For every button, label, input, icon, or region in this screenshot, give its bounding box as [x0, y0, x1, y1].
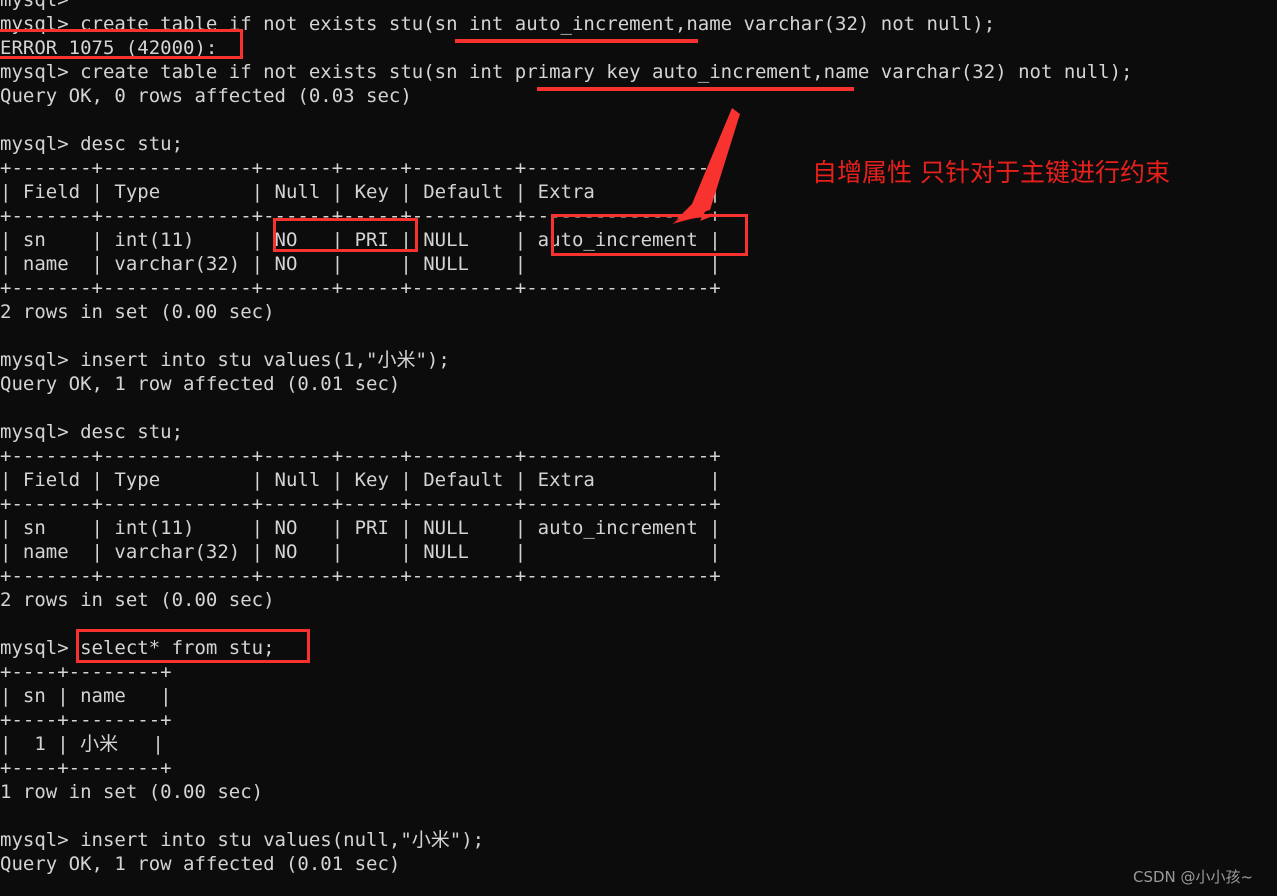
- terminal-line: +-------+-------------+------+-----+----…: [0, 277, 721, 299]
- terminal-line: mysql>: [0, 0, 69, 11]
- terminal-line: +-------+-------------+------+-----+----…: [0, 445, 721, 467]
- terminal-line: Query OK, 0 rows affected (0.03 sec): [0, 85, 412, 107]
- terminal-line: +----+--------+: [0, 709, 172, 731]
- terminal-line: +----+--------+: [0, 661, 172, 683]
- terminal-line: | sn | int(11) | NO | PRI | NULL | auto_…: [0, 229, 721, 251]
- terminal-line: mysql> desc stu;: [0, 421, 184, 443]
- terminal-line: ERROR 1075 (42000):: [0, 37, 218, 59]
- terminal-line: | name | varchar(32) | NO | | NULL | |: [0, 253, 721, 275]
- terminal-line: +----+--------+: [0, 757, 172, 779]
- terminal-line: 2 rows in set (0.00 sec): [0, 589, 275, 611]
- terminal-line: mysql> select* from stu;: [0, 637, 275, 659]
- terminal-screenshot: mysql> mysql> create table if not exists …: [0, 0, 1277, 896]
- terminal-line: | name | varchar(32) | NO | | NULL | |: [0, 541, 721, 563]
- terminal-line: mysql> insert into stu values(1,"小米");: [0, 349, 450, 371]
- terminal-line: +-------+-------------+------+-----+----…: [0, 205, 721, 227]
- terminal-line: | sn | name |: [0, 685, 172, 707]
- terminal-output: mysql> mysql> create table if not exists …: [0, 0, 1277, 876]
- terminal-line: +-------+-------------+------+-----+----…: [0, 565, 721, 587]
- terminal-line: mysql> create table if not exists stu(sn…: [0, 61, 1133, 83]
- terminal-line: | 1 | 小米 |: [0, 733, 164, 755]
- terminal-line: | Field | Type | Null | Key | Default | …: [0, 469, 721, 491]
- terminal-line: mysql> desc stu;: [0, 133, 184, 155]
- terminal-line: 1 row in set (0.00 sec): [0, 781, 264, 803]
- terminal-line: Query OK, 1 row affected (0.01 sec): [0, 373, 401, 395]
- terminal-line: Query OK, 1 row affected (0.01 sec): [0, 853, 401, 875]
- chinese-annotation-note: 自增属性 只针对于主键进行约束: [812, 158, 1170, 187]
- terminal-line: mysql> insert into stu values(null,"小米")…: [0, 829, 485, 851]
- terminal-line: +-------+-------------+------+-----+----…: [0, 493, 721, 515]
- terminal-line: 2 rows in set (0.00 sec): [0, 301, 275, 323]
- csdn-watermark: CSDN @小小孩~: [1133, 868, 1254, 886]
- terminal-line: | sn | int(11) | NO | PRI | NULL | auto_…: [0, 517, 721, 539]
- terminal-line: mysql> create table if not exists stu(sn…: [0, 13, 996, 35]
